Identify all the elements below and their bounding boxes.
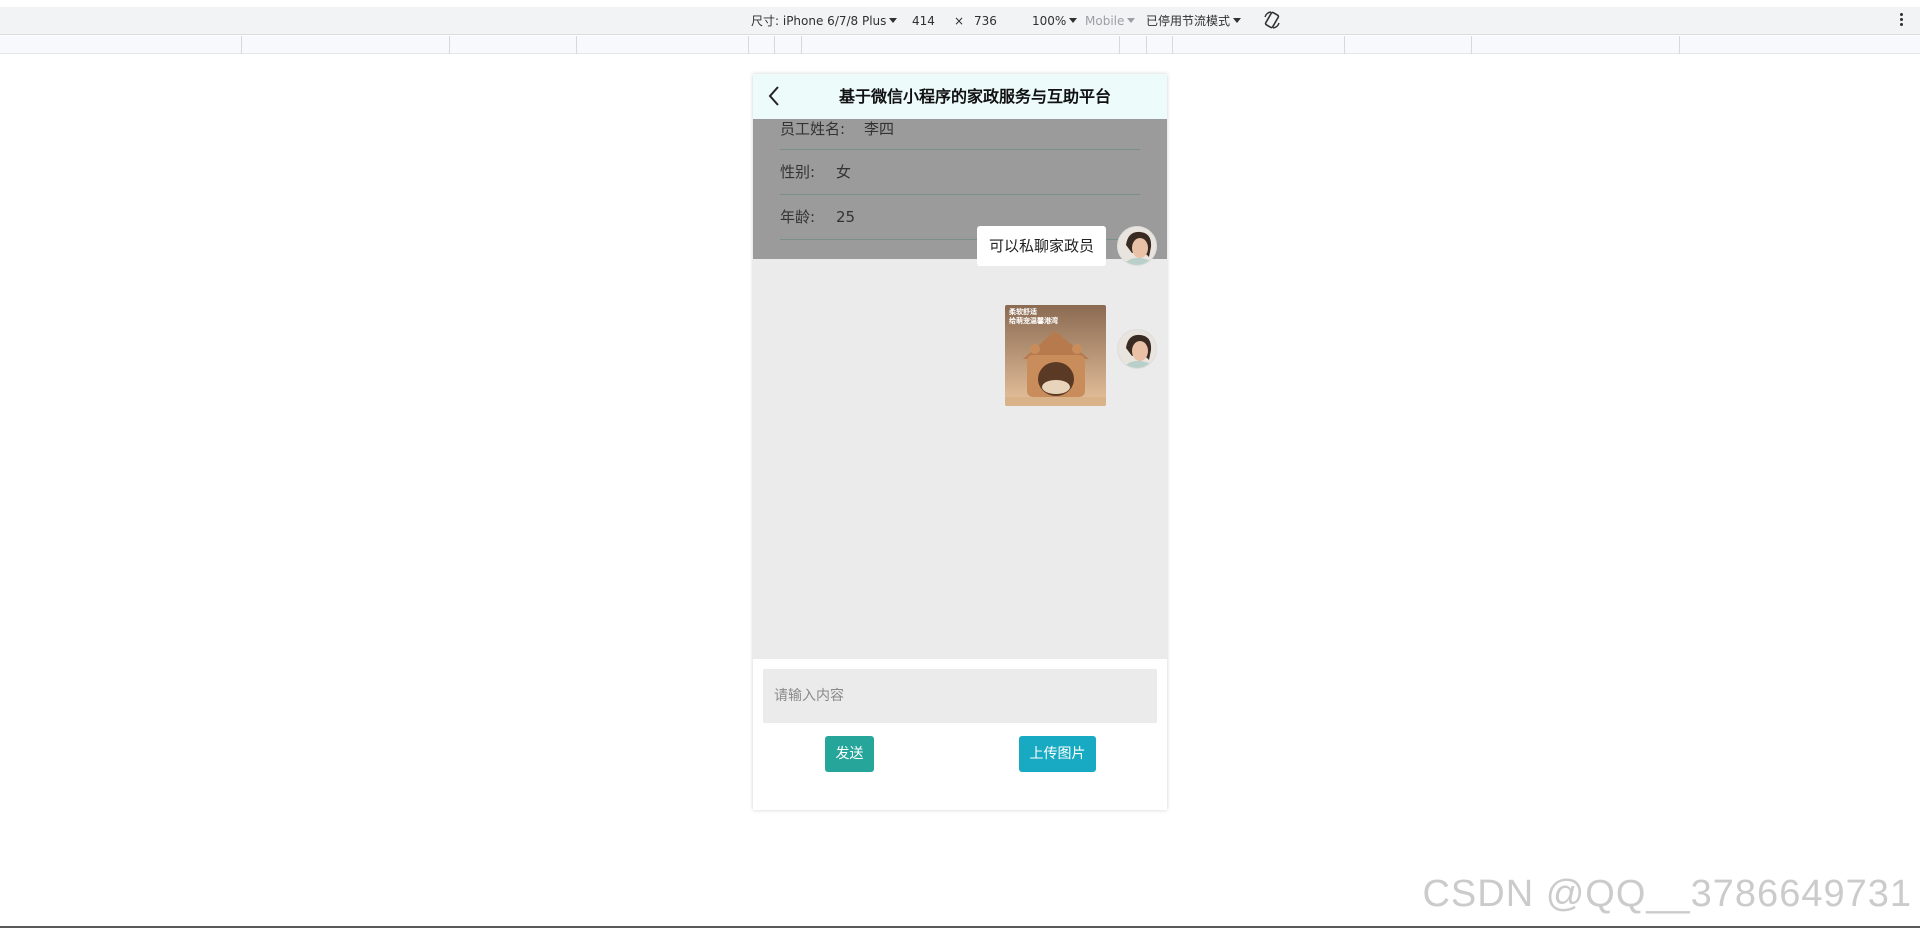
- devtools-toolbar: 尺寸: iPhone 6/7/8 Plus 414 × 736 100% Mob…: [0, 7, 1920, 35]
- image-caption-line: 给萌宠温馨港湾: [1009, 317, 1058, 325]
- image-caption-line: 柔软舒适: [1009, 308, 1037, 316]
- throttle-label: 已停用节流模式: [1146, 14, 1231, 28]
- age-value: 25: [836, 208, 856, 226]
- phone-viewport: 基于微信小程序的家政服务与互助平台 员工姓名: 李四 性别: 女 年龄: 25 …: [753, 74, 1167, 810]
- ruler-tick: [1146, 36, 1147, 54]
- ruler-tick: [576, 36, 577, 54]
- ruler-tick: [774, 36, 775, 54]
- mobile-selector[interactable]: Mobile: [1085, 7, 1136, 35]
- chevron-left-icon: [768, 86, 779, 106]
- device-label: 尺寸: iPhone 6/7/8 Plus: [751, 14, 887, 28]
- gender-value: 女: [836, 163, 852, 181]
- info-row-name: 员工姓名: 李四: [780, 119, 1140, 150]
- back-button[interactable]: [763, 84, 787, 108]
- ruler-tick: [1344, 36, 1345, 54]
- more-options-icon[interactable]: [1900, 13, 1904, 29]
- device-selector[interactable]: 尺寸: iPhone 6/7/8 Plus: [751, 7, 898, 35]
- chevron-down-icon: [1127, 18, 1136, 23]
- throttle-selector[interactable]: 已停用节流模式: [1146, 7, 1242, 35]
- ruler-tick: [1679, 36, 1680, 54]
- user-photo-icon: [1118, 330, 1156, 368]
- name-value: 李四: [864, 120, 895, 138]
- age-label: 年龄:: [780, 208, 816, 226]
- avatar[interactable]: [1117, 329, 1157, 369]
- info-row-gender: 性别: 女: [780, 150, 1140, 195]
- zoom-label: 100%: [1032, 14, 1067, 28]
- image-caption: 柔软舒适 给萌宠温馨港湾: [1009, 308, 1058, 326]
- ruler-tick: [449, 36, 450, 54]
- ruler-tick: [801, 36, 802, 54]
- ruler-tick: [1119, 36, 1120, 54]
- ruler-tick: [1172, 36, 1173, 54]
- gender-label: 性别:: [780, 163, 816, 181]
- zoom-selector[interactable]: 100%: [1032, 7, 1078, 35]
- chevron-down-icon: [1233, 18, 1242, 23]
- rotate-button[interactable]: [1262, 10, 1282, 38]
- media-query-ruler: [0, 36, 1920, 54]
- ruler-tick: [748, 36, 749, 54]
- user-photo-icon: [1118, 227, 1156, 265]
- send-button[interactable]: 发送: [825, 736, 874, 772]
- ruler-tick: [241, 36, 242, 54]
- viewport-width-input[interactable]: 414: [912, 7, 935, 35]
- screen: 尺寸: iPhone 6/7/8 Plus 414 × 736 100% Mob…: [0, 0, 1920, 928]
- chevron-down-icon: [889, 18, 898, 23]
- ruler-tick: [1471, 36, 1472, 54]
- message-image[interactable]: 柔软舒适 给萌宠温馨港湾: [1005, 305, 1106, 406]
- mobile-label: Mobile: [1085, 14, 1125, 28]
- message-bubble: 可以私聊家政员: [976, 226, 1106, 266]
- avatar[interactable]: [1117, 226, 1157, 266]
- chevron-down-icon: [1069, 18, 1078, 23]
- chat-area[interactable]: 员工姓名: 李四 性别: 女 年龄: 25 可以私聊家政员 柔软舒适 给萌宠温馨…: [753, 119, 1167, 659]
- page-title: 基于微信小程序的家政服务与互助平台: [838, 87, 1111, 106]
- watermark: CSDN @QQ__3786649731: [1422, 873, 1912, 915]
- name-label: 员工姓名:: [780, 120, 846, 138]
- nav-bar: 基于微信小程序的家政服务与互助平台: [753, 74, 1167, 119]
- composer-panel: 发送 上传图片: [753, 659, 1167, 810]
- viewport-height-input[interactable]: 736: [974, 7, 997, 35]
- upload-image-button[interactable]: 上传图片: [1019, 736, 1096, 772]
- rotate-icon: [1264, 11, 1280, 29]
- dimension-separator: ×: [954, 14, 965, 28]
- message-input[interactable]: [763, 669, 1157, 723]
